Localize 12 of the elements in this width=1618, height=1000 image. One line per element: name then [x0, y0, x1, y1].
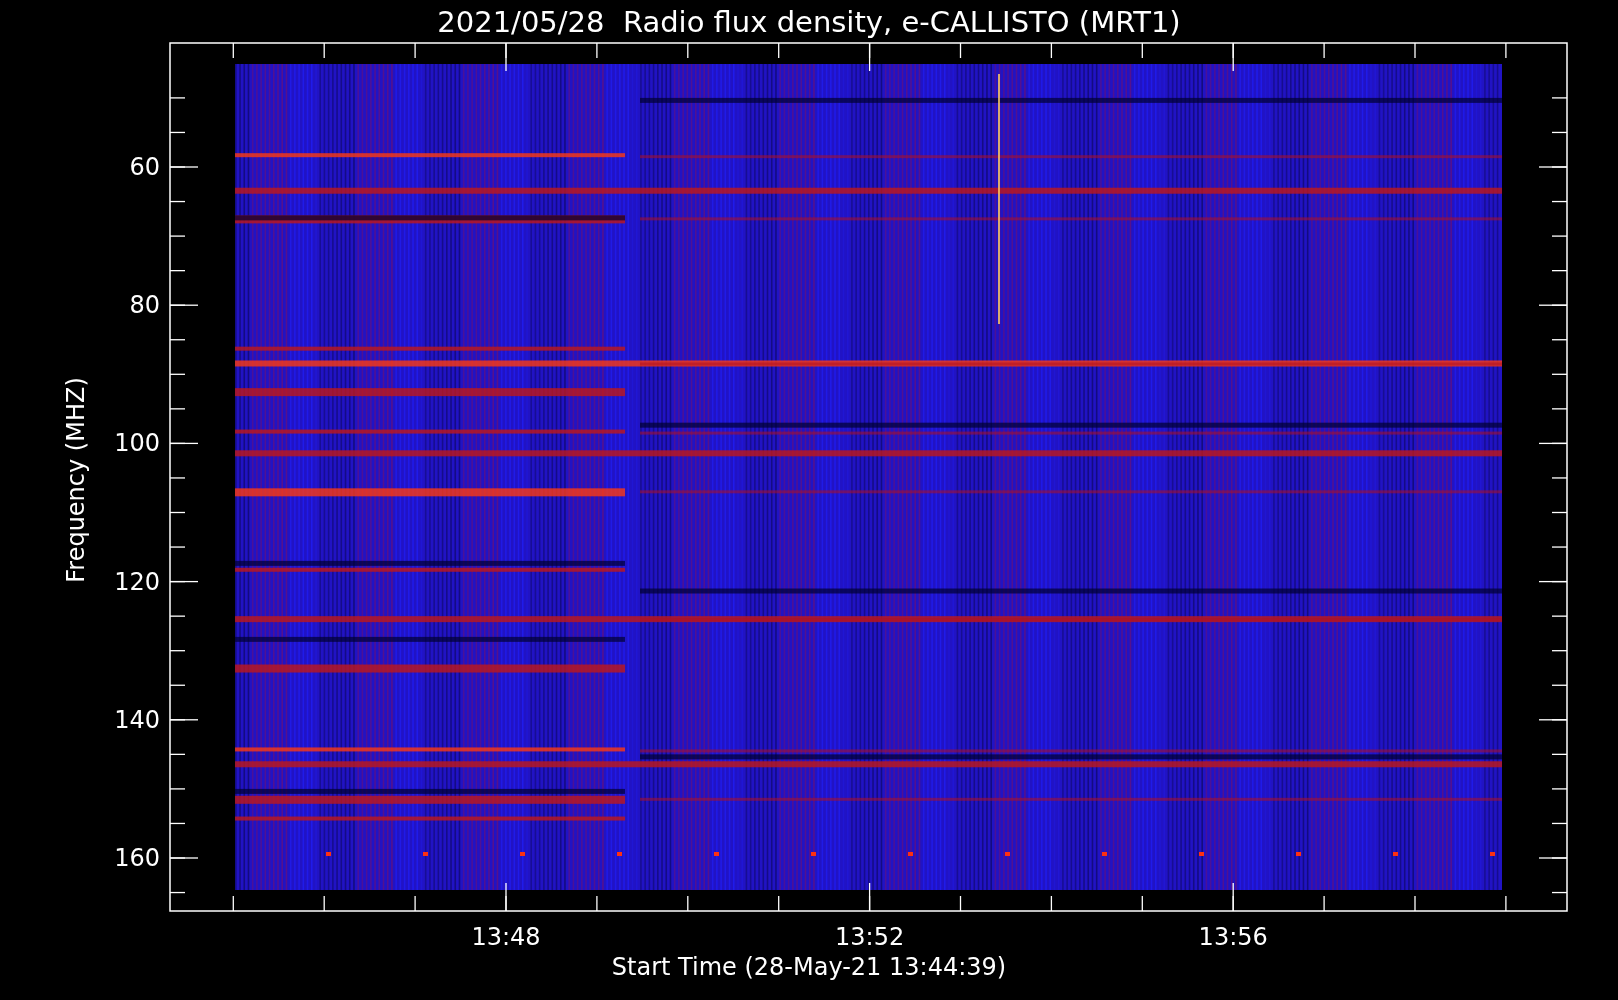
tick-label: 120: [114, 567, 160, 596]
tick-label: 160: [114, 844, 160, 872]
axis-label: Start Time (28-May-21 13:44:39): [611, 953, 1007, 981]
tick-label: 80: [129, 291, 160, 320]
tick-label: 13:56: [1198, 923, 1268, 951]
tick-label: 140: [114, 705, 160, 734]
tick-label: 100: [114, 429, 160, 458]
tick-label: 13:48: [471, 923, 541, 951]
plot-title: 2021/05/28 Radio flux density, e-CALLISTO (MRT1): [437, 5, 1181, 39]
axis-label: Frequency (MHZ): [62, 377, 90, 583]
tick-label: 60: [129, 153, 160, 181]
tick-label: 13:52: [835, 923, 905, 951]
